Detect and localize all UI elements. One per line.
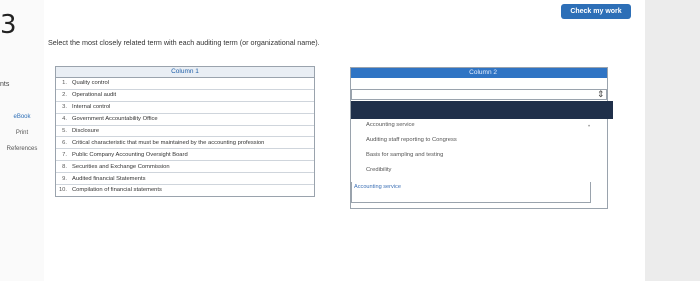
list-item-number: 7. [62, 151, 67, 158]
list-item-number: 4. [62, 116, 67, 123]
list-item-term: Quality control [72, 80, 110, 87]
list-item-term: Critical characteristic that must be mai… [72, 139, 265, 146]
dropdown-arrow-icon[interactable]: ⇕ [597, 89, 605, 100]
question-number: 3 [0, 10, 17, 40]
column2-header: Column 2 [351, 68, 607, 78]
answer-slot[interactable] [351, 89, 607, 100]
list-item-number: 5. [62, 128, 67, 134]
list-item: 10. Compilation of financial statements [56, 185, 314, 196]
list-item: 2. Operational audit [56, 90, 314, 102]
list-item: 6. Critical characteristic that must be m… [56, 137, 314, 150]
definition-item[interactable]: Accounting service [366, 122, 457, 128]
list-item-term: Audited financial Statements [72, 175, 146, 182]
list-item-term: Public Company Accounting Oversight Boar… [72, 151, 188, 158]
references-link[interactable]: References [0, 146, 44, 152]
list-item-term: Compilation of financial statements [72, 187, 162, 194]
list-item-term: Operational audit [72, 92, 117, 99]
list-item-number: 3. [62, 104, 67, 111]
list-item-term: Securities and Exchange Commission [72, 163, 170, 170]
list-item-number: 2. [62, 92, 67, 99]
check-my-work-button[interactable]: Check my work [561, 4, 631, 19]
selected-answer: Accounting service [354, 184, 401, 190]
list-item-number: 9. [62, 175, 67, 182]
question-prompt: Select the most closely related term wit… [48, 38, 320, 47]
list-item-term: Government Accountability Office [72, 116, 158, 123]
column1-list: Column 1 1. Quality control 2. Operational… [55, 66, 315, 197]
points-label: nts [0, 81, 10, 88]
list-item: 4. Government Accountability Office [56, 114, 314, 126]
list-item: 5. Disclosure [56, 126, 314, 138]
list-item-number: 8. [62, 163, 67, 170]
list-item-number: 10. [58, 187, 67, 194]
column1-header: Column 1 [56, 67, 314, 78]
right-panel [645, 0, 700, 281]
list-item: 9. Audited financial Statements [56, 173, 314, 186]
list-item-term: Internal control [72, 104, 111, 111]
definition-item[interactable]: Basis for sampling and testing [366, 152, 457, 158]
definition-item[interactable]: Auditing staff reporting to Congress [366, 137, 457, 143]
list-item: 8. Securities and Exchange Commission [56, 161, 314, 174]
definition-list: Accounting service Auditing staff report… [366, 122, 457, 182]
highlighted-option[interactable] [351, 101, 613, 119]
column2-dropdown[interactable]: Column 2 ⇕ Accounting service Auditing s… [350, 67, 613, 209]
ebook-link[interactable]: eBook [0, 114, 44, 120]
left-rail [0, 0, 44, 281]
print-link[interactable]: Print [0, 130, 44, 136]
list-item-number: 6. [62, 139, 67, 146]
list-item: 7. Public Company Accounting Oversight Bo… [56, 149, 314, 162]
selected-answer-box[interactable]: Accounting service [351, 182, 591, 203]
list-item: 3. Internal control [56, 102, 314, 114]
list-item-term: Disclosure [72, 128, 100, 134]
list-item: 1. Quality control [56, 78, 314, 90]
list-item-number: 1. [62, 80, 67, 87]
cursor-mark: • [588, 124, 591, 130]
definition-item[interactable]: Credibility [366, 167, 457, 173]
